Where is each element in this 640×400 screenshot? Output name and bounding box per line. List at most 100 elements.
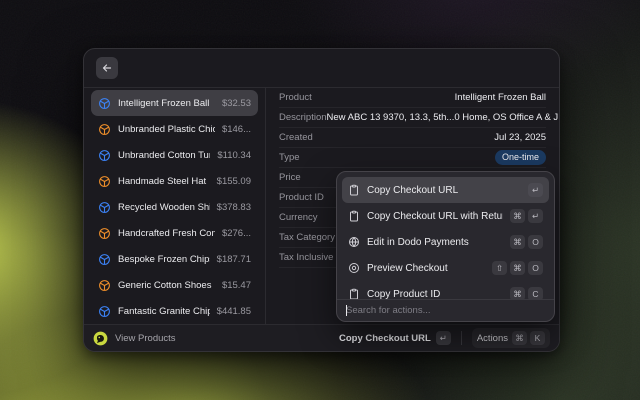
clipboard-icon (348, 184, 360, 196)
actions-menu-list: Copy Checkout URL↵Copy Checkout URL with… (337, 172, 554, 299)
product-list-item[interactable]: Handmade Steel Hat $155.09 (91, 168, 258, 194)
actions-menu-item-label: Edit in Dodo Payments (367, 237, 503, 248)
detail-label: Product (279, 92, 312, 103)
arrow-left-icon (101, 62, 113, 74)
keycap: K (530, 331, 545, 345)
product-name: Unbranded Cotton Tuna (118, 150, 210, 161)
detail-label: Tax Inclusive (279, 252, 333, 263)
package-icon (98, 201, 111, 214)
detail-label: Created (279, 132, 313, 143)
actions-button-label: Actions (477, 333, 508, 344)
product-list-item[interactable]: Bespoke Frozen Chips $187.71 (91, 246, 258, 272)
detail-value: Intelligent Frozen Ball (455, 92, 546, 103)
actions-menu-item[interactable]: Copy Checkout URL with Return URL⌘↵ (342, 203, 549, 229)
product-price: $155.09 (217, 176, 251, 187)
product-list-item[interactable]: Handcrafted Fresh Com...$276... (91, 220, 258, 246)
package-icon (98, 123, 111, 136)
primary-action-keys: ↵ (436, 331, 451, 345)
product-list-item[interactable]: Recycled Wooden Shirt$378.83 (91, 194, 258, 220)
detail-value: New ABC 13 9370, 13.3, 5th...0 Home, OS … (327, 112, 559, 123)
product-price: $187.71 (217, 254, 251, 265)
product-list-item[interactable]: Intelligent Frozen Ball $32.53 (91, 90, 258, 116)
actions-search[interactable] (337, 299, 554, 321)
detail-label: Tax Category (279, 232, 335, 243)
shortcut-keys: ⌘O (510, 235, 543, 249)
keycap: ⌘ (510, 235, 525, 249)
extension-name: View Products (115, 333, 176, 344)
product-name: Fantastic Granite Chips (118, 306, 210, 317)
product-name: Generic Cotton Shoes (118, 280, 215, 291)
product-price: $32.53 (222, 98, 251, 109)
keycap: ↵ (528, 183, 543, 197)
product-name: Handmade Steel Hat (118, 176, 210, 187)
detail-label: Product ID (279, 192, 324, 203)
actions-menu-item-label: Copy Checkout URL (367, 185, 521, 196)
product-price: $15.47 (222, 280, 251, 291)
actions-search-input[interactable] (346, 305, 545, 316)
shortcut-keys: ↵ (528, 183, 543, 197)
keycap: C (528, 287, 543, 299)
primary-action-label: Copy Checkout URL (339, 333, 431, 344)
package-icon (98, 175, 111, 188)
detail-row: Created Jul 23, 2025 (279, 128, 546, 148)
keycap: ⌘ (510, 209, 525, 223)
product-list-item[interactable]: Fantastic Granite Chips$441.85 (91, 298, 258, 324)
detail-label: Description (279, 112, 327, 123)
type-badge: One-time (495, 150, 546, 165)
window-header (84, 49, 559, 88)
product-price: $110.34 (217, 150, 251, 161)
product-name: Unbranded Plastic Chick... (118, 124, 215, 135)
product-name: Intelligent Frozen Ball (118, 98, 215, 109)
detail-label: Price (279, 172, 301, 183)
keycap: ⌘ (512, 331, 527, 345)
keycap: ⌘ (510, 261, 525, 275)
status-bar: View Products Copy Checkout URL ↵ Action… (84, 324, 559, 351)
actions-button[interactable]: Actions ⌘K (472, 328, 550, 348)
keycap: O (528, 235, 543, 249)
actions-menu-item[interactable]: Copy Checkout URL ↵ (342, 177, 549, 203)
actions-menu-item[interactable]: Preview Checkout ⇧⌘O (342, 255, 549, 281)
text-cursor (346, 305, 347, 316)
shortcut-keys: ⌘C (510, 287, 543, 299)
actions-menu-item-label: Copy Product ID (367, 289, 503, 300)
actions-button-keys: ⌘K (512, 331, 545, 345)
product-price: $378.83 (217, 202, 251, 213)
desktop-background: Intelligent Frozen Ball $32.53 Unbranded P… (0, 0, 640, 400)
keycap: ⌘ (510, 287, 525, 299)
clipboard-icon (348, 288, 360, 299)
detail-value: Jul 23, 2025 (494, 132, 546, 143)
globe-icon (348, 236, 360, 248)
shortcut-keys: ⇧⌘O (492, 261, 543, 275)
actions-menu-item[interactable]: Copy Product ID ⌘C (342, 281, 549, 299)
status-bar-divider (461, 331, 462, 345)
dodo-payments-logo-icon (93, 331, 108, 346)
keycap: ⇧ (492, 261, 507, 275)
actions-menu-item-label: Preview Checkout (367, 263, 485, 274)
eye-icon (348, 262, 360, 274)
package-icon (98, 305, 111, 318)
product-list-item[interactable]: Unbranded Cotton Tuna $110.34 (91, 142, 258, 168)
package-icon (98, 253, 111, 266)
detail-row: Product Intelligent Frozen Ball (279, 88, 546, 108)
package-icon (98, 97, 111, 110)
product-price: $146... (222, 124, 251, 135)
package-icon (98, 279, 111, 292)
keycap: ↵ (528, 209, 543, 223)
detail-label: Currency (279, 212, 318, 223)
primary-action-button[interactable]: Copy Checkout URL ↵ (339, 331, 451, 345)
product-price: $276... (222, 228, 251, 239)
shortcut-keys: ⌘↵ (510, 209, 543, 223)
detail-label: Type (279, 152, 300, 163)
product-list-item[interactable]: Generic Cotton Shoes $15.47 (91, 272, 258, 298)
product-list: Intelligent Frozen Ball $32.53 Unbranded P… (84, 88, 266, 324)
product-list-item[interactable]: Unbranded Plastic Chick... $146... (91, 116, 258, 142)
package-icon (98, 227, 111, 240)
keycap: O (528, 261, 543, 275)
detail-row: Type One-time (279, 148, 546, 168)
actions-menu-item[interactable]: Edit in Dodo Payments ⌘O (342, 229, 549, 255)
package-icon (98, 149, 111, 162)
detail-row: DescriptionNew ABC 13 9370, 13.3, 5th...… (279, 108, 546, 128)
product-name: Bespoke Frozen Chips (118, 254, 210, 265)
back-button[interactable] (96, 57, 118, 79)
clipboard-icon (348, 210, 360, 222)
